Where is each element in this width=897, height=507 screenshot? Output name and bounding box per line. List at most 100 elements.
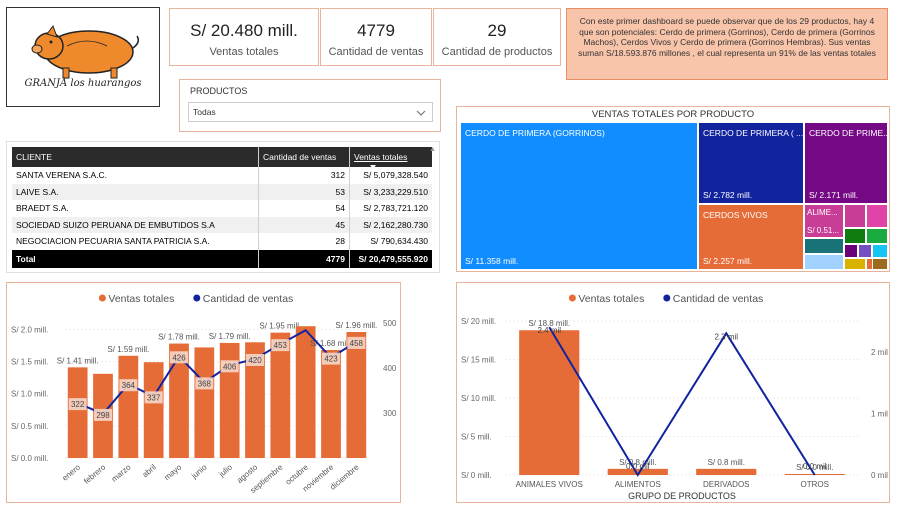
kpi-value: S/ 20.480 mill.: [190, 21, 298, 40]
treemap-tile[interactable]: CERDO DE PRIME... S/ 2.171 mill.: [804, 122, 888, 204]
total-qty: 4779: [258, 249, 350, 268]
x-tick-label: junio: [189, 462, 209, 481]
treemap-small-tile[interactable]: [866, 204, 888, 228]
cell-name: LAIVE S.A.: [12, 183, 259, 200]
table-row[interactable]: BRAEDT S.A. 54 S/ 2,783,721.120: [12, 200, 432, 217]
table-total-row: Total 4779 S/ 20,479,555.920: [12, 249, 432, 268]
cell-name: SANTA VERENA S.A.C.: [16, 170, 108, 181]
x-tick-label: mayo: [163, 462, 184, 482]
productos-slicer: PRODUCTOS Todas: [179, 79, 441, 132]
treemap-small-tile[interactable]: [866, 228, 888, 244]
cell-sales: S/ 3,233,229.510: [349, 183, 432, 200]
monthly-chart-card: Ventas totales Cantidad de ventas S/ 0.0 m…: [6, 282, 401, 503]
tile-label: CERDO DE PRIME...: [809, 128, 888, 138]
kpi-label: Cantidad de ventas: [328, 46, 424, 58]
bar: [321, 350, 341, 458]
table-header-row: CLIENTE Cantidad de ventas Ventas totale…: [12, 147, 432, 169]
x-tick-label: ANIMALES VIVOS: [516, 480, 583, 489]
tile-label: CERDO DE PRIMERA ( ...: [703, 128, 804, 138]
chevron-down-icon: [416, 110, 426, 116]
line-data-label: 426: [172, 353, 186, 362]
legend-marker-ventas: [98, 294, 106, 302]
cell-qty: 45: [258, 216, 350, 233]
legend-label-ventas: Ventas totales: [578, 293, 644, 305]
treemap-small-tile[interactable]: [844, 204, 866, 228]
bar: [219, 342, 240, 458]
x-tick-label: abril: [141, 462, 159, 479]
col-ventas[interactable]: Ventas totales: [349, 147, 432, 169]
col-cantidad[interactable]: Cantidad de ventas: [258, 147, 350, 167]
bar-data-label: S/ 1.95 mill.: [259, 322, 301, 331]
table-row[interactable]: SOCIEDAD SUIZO PERUANA DE EMBUTIDOS S.A …: [12, 216, 432, 233]
y-right-tick: 2 mil: [871, 348, 888, 357]
legend-label-cantidad: Cantidad de ventas: [203, 293, 293, 305]
y-left-tick: S/ 1.5 mill.: [11, 358, 48, 367]
line-data-label: 458: [350, 339, 364, 348]
treemap-tile[interactable]: CERDO DE PRIMERA ( ... S/ 2.782 mill.: [698, 122, 804, 204]
treemap-small-tile[interactable]: [872, 258, 888, 270]
cell-sales: S/ 2,783,721.120: [349, 200, 432, 217]
bar-data-label: S/ 1.78 mill.: [158, 333, 200, 342]
treemap-small-tile[interactable]: [844, 258, 866, 270]
x-tick-label: OTROS: [801, 480, 829, 489]
cell-qty: 312: [258, 167, 350, 184]
bar: [270, 332, 291, 458]
kpi-label: Ventas totales: [209, 46, 279, 58]
line-series: [548, 326, 816, 477]
tile-value: S/ 2.257 mill.: [703, 256, 753, 266]
cell-qty: 54: [258, 200, 350, 217]
line-data-label: 420: [248, 356, 262, 365]
treemap-tile[interactable]: CERDOS VIVOS S/ 2.257 mill.: [698, 204, 804, 270]
bar-data-label: S/ 1.79 mill.: [209, 332, 251, 341]
bar: [118, 355, 139, 458]
dropdown-value: Todas: [193, 107, 216, 117]
group-chart-card: Ventas totales Cantidad de ventas S/ 0 mil…: [456, 282, 890, 503]
tile-value: S/ 2.782 mill.: [703, 190, 753, 200]
table-row[interactable]: NEGOCIACION PECUARIA SANTA PATRICIA S.A.…: [12, 233, 432, 250]
y-left-tick: S/ 1.0 mill.: [11, 390, 48, 399]
kpi-value: 29: [487, 21, 507, 40]
table-row[interactable]: SANTA VERENA S.A.C. 312 S/ 5,079,328.540: [12, 167, 432, 184]
line-data-label: 453: [274, 341, 288, 350]
productos-dropdown[interactable]: Todas: [188, 102, 433, 122]
scroll-indicator-icon[interactable]: ▲: [429, 146, 436, 153]
treemap-small-tile[interactable]: [844, 244, 858, 258]
cell-sales: S/ 5,079,328.540: [349, 167, 432, 184]
treemap-title: VENTAS TOTALES POR PRODUCTO: [591, 109, 755, 120]
x-tick-label: ALIMENTOS: [615, 480, 661, 489]
x-tick-label: DERIVADOS: [703, 480, 750, 489]
treemap-tile[interactable]: CERDO DE PRIMERA (GORRINOS) S/ 11.358 mi…: [460, 122, 698, 270]
cell-name: SOCIEDAD SUIZO PERUANA DE EMBUTIDOS S.A: [12, 216, 259, 233]
y-left-tick: S/ 15 mill.: [461, 356, 496, 365]
table-row[interactable]: LAIVE S.A. 53 S/ 3,233,229.510: [12, 183, 432, 200]
cell-sales: S/ 2,162,280.730: [349, 216, 432, 233]
treemap-small-tile[interactable]: [804, 254, 844, 270]
logo-card: GRANJA los huarangos: [6, 7, 160, 107]
bar: [143, 362, 164, 458]
legend-marker-cantidad: [663, 294, 671, 302]
line-data-label: 423: [324, 355, 338, 364]
y-left-tick: S/ 2.0 mill.: [11, 325, 48, 334]
bar: [696, 468, 757, 475]
sort-desc-icon: [369, 165, 376, 169]
x-tick-label: enero: [60, 462, 82, 482]
kpi-ventas-totales: S/ 20.480 mill. Ventas totales: [169, 8, 319, 66]
tile-value: S/ 2.171 mill.: [809, 190, 859, 200]
tile-label: CERDO DE PRIMERA (GORRINOS): [465, 128, 605, 138]
bar-data-label: S/ 1.59 mill.: [107, 345, 149, 354]
treemap-small-tile[interactable]: [858, 244, 872, 258]
treemap-small-tile[interactable]: [872, 244, 888, 258]
treemap-small-tiles: [804, 204, 888, 270]
x-tick-label: marzo: [110, 462, 133, 484]
col-cliente[interactable]: CLIENTE: [12, 147, 259, 167]
bar-data-label: S/ 1.96 mill.: [335, 321, 377, 330]
insight-note: Con este primer dashboard se puede obser…: [566, 8, 888, 80]
y-right-tick: 400: [383, 364, 397, 373]
y-right-tick: 0 mil: [871, 471, 888, 480]
bar-data-label: S/ 0.8 mill.: [708, 458, 745, 467]
y-left-tick: S/ 20 mill.: [461, 317, 496, 326]
treemap-small-tile[interactable]: [804, 238, 844, 254]
col-ventas-label: Ventas totales: [354, 152, 408, 162]
bar: [519, 330, 580, 475]
treemap-small-tile[interactable]: [844, 228, 866, 244]
